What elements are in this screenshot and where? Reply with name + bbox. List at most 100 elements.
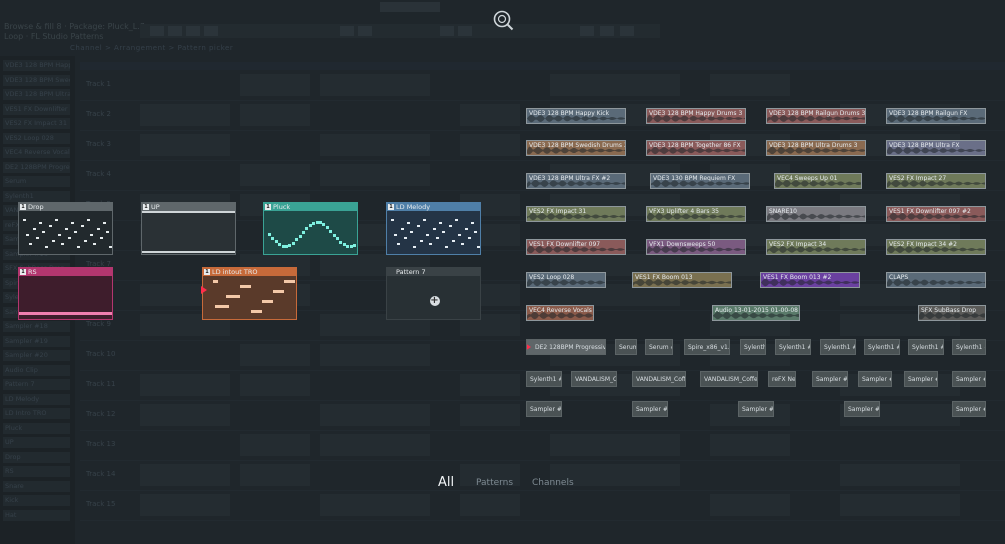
channel-tile[interactable]: SFX SubBass Drop	[918, 305, 986, 321]
channel-tile[interactable]: VDE3 128 BPM Ultra FX	[886, 140, 986, 156]
channel-tile[interactable]: VEC4 Sweeps Up 01	[774, 173, 862, 189]
plus-circle-icon[interactable]: +	[429, 296, 440, 306]
pattern-tile[interactable]: 1 LD Melody	[386, 202, 481, 255]
channel-chip[interactable]: Sylenth1 #6	[952, 339, 986, 355]
channel-chip-label: Sampler #13	[862, 376, 891, 383]
filter-tab-all[interactable]: All	[438, 476, 454, 490]
browser-item: LD Intro TRO	[3, 408, 70, 419]
note-block	[451, 240, 455, 242]
note-block	[93, 243, 97, 245]
timeline-ruler	[80, 62, 1005, 70]
track-name: Track 2	[86, 110, 111, 118]
channel-chip-label: DE2 128BPM Progressive Kick	[535, 344, 606, 351]
browser-item: UP	[3, 437, 70, 448]
channel-chip[interactable]: Sylenth1 #4	[864, 339, 900, 355]
channel-chip-label: Serum #2	[649, 344, 672, 351]
channel-tile[interactable]: VFX1 Downsweeps 50	[646, 239, 746, 255]
channel-chip[interactable]: Sampler #18	[738, 401, 774, 417]
channel-chip[interactable]: Sampler #13	[858, 371, 892, 387]
note-block	[64, 228, 68, 230]
note-block	[80, 225, 84, 227]
channel-tile[interactable]: VDE3 128 BPM Swedish Drums 3	[526, 140, 626, 156]
pattern-tile[interactable]: 1 Pluck	[263, 202, 358, 255]
channel-chip[interactable]: VANDALISM_Coffee	[571, 371, 617, 387]
channel-chip[interactable]: Sylenth1 #5	[908, 339, 944, 355]
toolbar-button	[440, 26, 454, 36]
waveform-shape	[527, 311, 593, 320]
waveform	[919, 311, 985, 320]
pattern-tile[interactable]: 1 RS	[18, 267, 113, 320]
channel-chip[interactable]: Sampler #19	[844, 401, 880, 417]
filter-tab-patterns[interactable]: Patterns	[476, 476, 513, 490]
note-block	[96, 228, 100, 230]
channel-tile[interactable]: VES2 FX Impact 31	[526, 206, 626, 222]
channel-chip[interactable]: Sampler #20	[952, 401, 986, 417]
pattern-tile[interactable]: 1 Drop	[18, 202, 113, 255]
main-toolbar	[140, 24, 660, 38]
channel-tile[interactable]: VES2 FX Impact 27	[886, 173, 986, 189]
channel-tile[interactable]: VDE3 128 BPM Ultra FX #2	[526, 173, 626, 189]
channel-tile[interactable]: VFX3 Uplifter 4 Bars 35	[646, 206, 746, 222]
note-block	[400, 228, 404, 230]
pattern-header: 1 LD Melody	[387, 203, 480, 211]
browser-item: VDE3 128 BPM Swedish	[3, 74, 70, 86]
channel-chip[interactable]: Sampler #16	[526, 401, 562, 417]
channel-tile[interactable]: VDE3 128 BPM Ultra Drums 3	[766, 140, 866, 156]
waveform-shape	[633, 278, 731, 287]
channel-chip-label: VANDALISM_Coffee #3	[704, 376, 758, 383]
channel-tile[interactable]: VDE3 128 BPM Happy Drums 3	[646, 108, 746, 124]
playlist-clip	[320, 434, 430, 456]
channel-chip[interactable]: Spire_x86_v1.0.9	[684, 339, 730, 355]
playlist-clip	[840, 494, 960, 516]
channel-chip-label: Sampler #19	[848, 406, 880, 413]
waveform-shape	[647, 245, 745, 254]
playlist-clip	[710, 74, 790, 96]
channel-tile[interactable]: VES1 FX Boom 013	[632, 272, 732, 288]
pattern-name: UP	[151, 203, 160, 211]
channel-tile[interactable]: SNARE10	[766, 206, 866, 222]
waveform	[767, 245, 865, 254]
channel-tile[interactable]: VDE3 128 BPM Railgun FX	[886, 108, 986, 124]
toolbar-button	[168, 26, 182, 36]
channel-chip[interactable]: Sampler #12	[812, 371, 848, 387]
note-block	[442, 231, 446, 233]
channel-chip[interactable]: Serum	[615, 339, 637, 355]
channel-tile[interactable]: VES2 FX Impact 34	[766, 239, 866, 255]
pattern-tile[interactable]: 1 UP	[141, 202, 236, 255]
channel-tile[interactable]: VDE3 128 BPM Happy Kick	[526, 108, 626, 124]
channel-chip[interactable]: Sylenth1 #2	[775, 339, 811, 355]
channel-tile[interactable]: VEC4 Reverse Vocals 06 F	[526, 305, 594, 321]
channel-tile[interactable]: VES1 FX Downlifter 097 #2	[886, 206, 986, 222]
pattern-tile[interactable]: Pattern 7 +	[386, 267, 481, 320]
channel-tile[interactable]: CLAPS	[886, 272, 986, 288]
note-block	[262, 300, 267, 303]
channel-chip[interactable]: Sampler #14	[904, 371, 938, 387]
toolbar-button	[186, 26, 200, 36]
channel-tile[interactable]: VDE3 128 BPM Together 86 FX	[646, 140, 746, 156]
channel-chip[interactable]: Sylenth1 #7	[526, 371, 562, 387]
channel-tile[interactable]: Audio 13-01-2015 01-00-08 a.m.	[712, 305, 800, 321]
channel-chip[interactable]: Sampler #17	[632, 401, 668, 417]
channel-tile[interactable]: VES2 FX Impact 34 #2	[886, 239, 986, 255]
waveform-shape	[887, 114, 985, 123]
pattern-preview	[19, 276, 112, 319]
channel-chip[interactable]: Sampler #15	[952, 371, 986, 387]
channel-tile[interactable]: VES2 Loop 028	[526, 272, 606, 288]
channel-chip[interactable]: Sylenth1	[740, 339, 766, 355]
channel-chip[interactable]: reFX Nexus	[768, 371, 796, 387]
channel-tile[interactable]: VES1 FX Downlifter 097	[526, 239, 626, 255]
channel-chip[interactable]: DE2 128BPM Progressive Kick	[526, 339, 606, 355]
pattern-header: Pattern 7	[387, 268, 480, 276]
channel-chip[interactable]: VANDALISM_Coffee #2	[632, 371, 686, 387]
channel-tile[interactable]: VDE3 128 BPM Railgun Drums 3	[766, 108, 866, 124]
channel-chip[interactable]: Sylenth1 #3	[820, 339, 856, 355]
magnifier-icon	[492, 9, 514, 31]
channel-chip[interactable]: VANDALISM_Coffee #3	[700, 371, 758, 387]
filter-tab-channels[interactable]: Channels	[532, 476, 574, 490]
channel-tile[interactable]: VDE3 130 BPM Requiem FX	[650, 173, 750, 189]
note-block	[464, 228, 468, 230]
channel-chip[interactable]: Serum #2	[645, 339, 673, 355]
pattern-tile[interactable]: 1 LD intout TRO	[201, 267, 297, 320]
waveform	[887, 212, 985, 221]
channel-tile[interactable]: VES1 FX Boom 013 #2	[760, 272, 860, 288]
